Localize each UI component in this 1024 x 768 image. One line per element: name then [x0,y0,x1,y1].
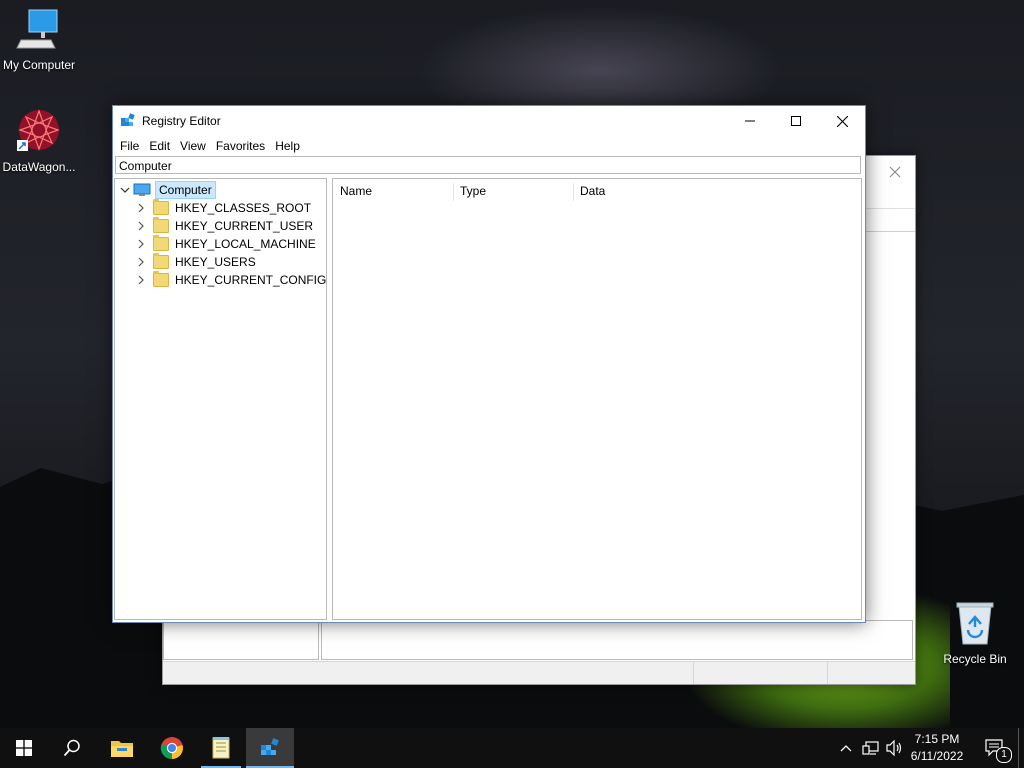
desktop-icon-label: My Computer [2,58,76,72]
tree-node-label: HKEY_CURRENT_CONFIG [175,273,327,287]
registry-tree-pane[interactable]: Computer HKEY_CLASSES_ROOT HKEY_CURRENT_… [114,178,327,620]
clock[interactable]: 7:15 PM 6/11/2022 [904,731,970,765]
taskbar: 7:15 PM 6/11/2022 1 [0,728,1024,768]
desktop-icon-recycle-bin[interactable]: Recycle Bin [933,600,1017,666]
menu-edit[interactable]: Edit [145,139,174,153]
clock-time: 7:15 PM [914,732,960,746]
minimize-button[interactable] [727,106,773,136]
column-header-type[interactable]: Type [453,179,573,203]
computer-icon [133,183,151,196]
close-button[interactable] [819,106,865,136]
menu-bar: File Edit View Favorites Help [113,136,865,156]
background-window-statusbar [163,661,915,684]
search-icon [63,739,80,757]
tree-node-label: Computer [155,181,216,199]
menu-file[interactable]: File [116,139,143,153]
taskbar-registry-editor[interactable] [246,728,294,768]
background-window-pane-right [321,620,913,660]
volume-icon [886,740,902,756]
tree-node-hkey-current-config[interactable]: HKEY_CURRENT_CONFIG [135,271,326,289]
datawagon-icon [17,109,60,151]
tree-node-computer[interactable]: Computer [119,181,216,199]
my-computer-icon [16,9,58,49]
chevron-down-icon[interactable] [119,184,131,196]
chevron-up-icon [840,745,852,752]
tree-node-hkey-current-user[interactable]: HKEY_CURRENT_USER [135,217,313,235]
chevron-right-icon[interactable] [135,256,147,268]
show-hidden-icons-button[interactable] [836,728,856,768]
network-button[interactable] [860,728,882,768]
notepad-icon [212,737,230,759]
taskbar-notepad[interactable] [197,728,245,768]
taskbar-chrome[interactable] [148,728,196,768]
address-bar[interactable]: Computer [115,156,861,174]
registry-editor-icon [121,113,135,126]
chevron-right-icon[interactable] [135,238,147,250]
notification-badge: 1 [996,747,1012,763]
clock-date: 6/11/2022 [910,749,964,763]
start-button[interactable] [0,728,48,768]
folder-icon [153,253,169,269]
minimize-icon [745,120,755,122]
menu-favorites[interactable]: Favorites [212,139,269,153]
desktop-icon-label: Recycle Bin [943,652,1007,666]
file-explorer-icon [111,741,133,757]
column-header-name[interactable]: Name [333,179,453,203]
menu-help[interactable]: Help [271,139,304,153]
start-icon [16,740,32,756]
column-header-data[interactable]: Data [573,179,773,203]
registry-editor-icon [261,738,279,755]
network-icon [862,741,879,755]
tree-node-label: HKEY_CURRENT_USER [175,219,314,233]
search-button[interactable] [48,728,96,768]
registry-editor-window: Registry Editor File Edit View Favorites… [112,105,866,623]
desktop-icon-my-computer[interactable]: My Computer [0,8,81,72]
desktop-icon-datawagon[interactable]: DataWagon... [0,106,81,174]
folder-icon [153,217,169,233]
maximize-button[interactable] [773,106,819,136]
tree-node-hkey-local-machine[interactable]: HKEY_LOCAL_MACHINE [135,235,316,253]
menu-view[interactable]: View [176,139,210,153]
window-title: Registry Editor [142,114,221,128]
maximize-icon [791,116,801,126]
tree-node-hkey-users[interactable]: HKEY_USERS [135,253,256,271]
chevron-right-icon[interactable] [135,220,147,232]
title-bar[interactable]: Registry Editor [113,106,865,136]
chrome-icon [160,737,183,760]
recycle-bin-icon [956,602,994,645]
registry-values-pane[interactable]: Name Type Data [332,178,862,620]
background-window-pane-left [163,620,319,660]
tree-node-label: HKEY_USERS [175,255,256,269]
tree-node-hkey-classes-root[interactable]: HKEY_CLASSES_ROOT [135,199,311,217]
tree-node-label: HKEY_LOCAL_MACHINE [175,237,316,251]
tree-node-label: HKEY_CLASSES_ROOT [175,201,312,215]
background-window-close-icon[interactable] [883,160,907,184]
chevron-right-icon[interactable] [135,202,147,214]
volume-button[interactable] [884,728,906,768]
action-center-button[interactable]: 1 [978,728,1012,768]
show-desktop-button[interactable] [1018,728,1019,768]
folder-icon [153,199,169,215]
desktop-icon-label: DataWagon... [2,160,76,174]
chevron-right-icon[interactable] [135,274,147,286]
folder-icon [153,235,169,251]
folder-icon [153,271,169,287]
taskbar-file-explorer[interactable] [98,728,146,768]
close-icon [836,115,848,127]
